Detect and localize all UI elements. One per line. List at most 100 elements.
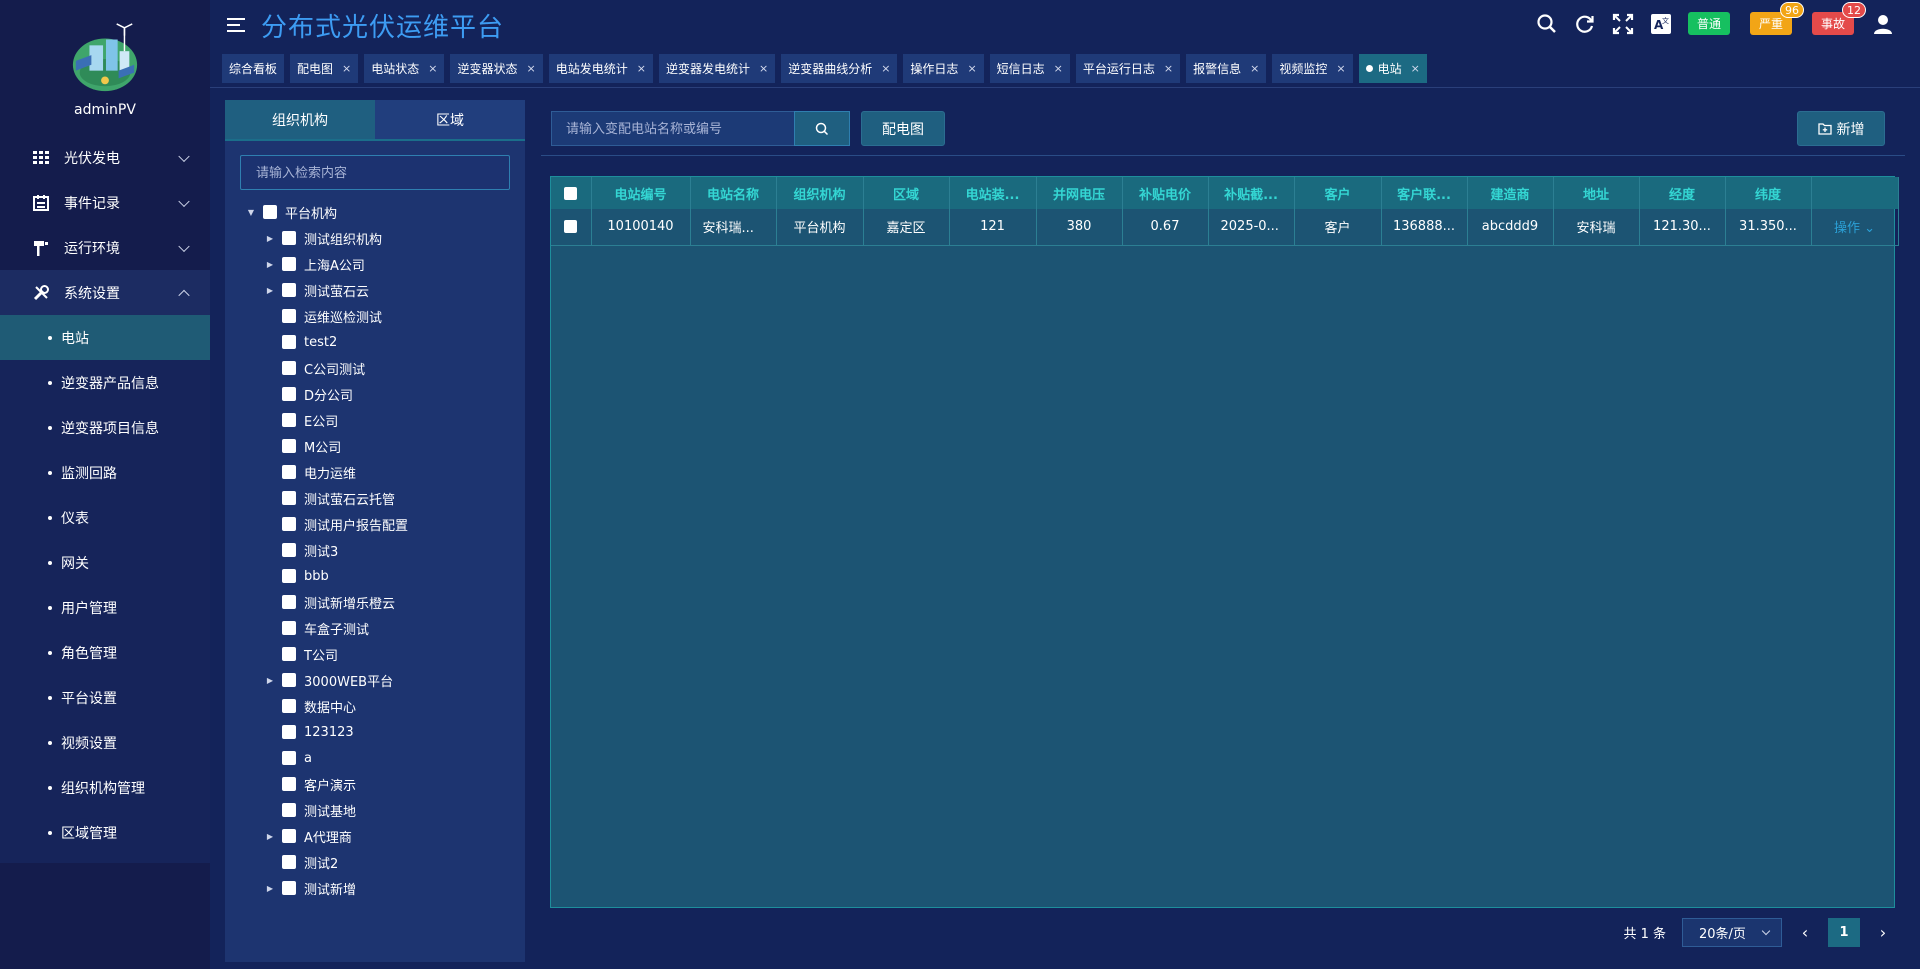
search-icon[interactable] <box>1536 13 1558 35</box>
tree-checkbox[interactable] <box>282 751 296 765</box>
close-icon[interactable]: × <box>881 62 890 75</box>
close-icon[interactable]: × <box>428 62 437 75</box>
select-all-checkbox[interactable] <box>564 186 578 200</box>
add-button[interactable]: 新增 <box>1797 111 1885 146</box>
close-icon[interactable]: × <box>527 62 536 75</box>
tree-node[interactable]: 测试用户报告配置 <box>225 511 525 537</box>
close-icon[interactable]: × <box>1054 62 1063 75</box>
column-header[interactable]: 组织机构 <box>776 177 864 209</box>
close-icon[interactable]: × <box>759 62 768 75</box>
table-row[interactable]: 10100140 安科瑞... 平台机构 嘉定区 121 380 0.67 2025-0...… <box>551 209 1899 246</box>
caret-right-icon[interactable]: ▶ <box>264 260 276 269</box>
page-number[interactable]: 1 <box>1828 918 1860 947</box>
alarm-accident-button[interactable]: 事故 12 <box>1811 2 1866 35</box>
translate-icon[interactable]: A文 <box>1650 13 1672 35</box>
tree-node[interactable]: 测试基地 <box>225 797 525 823</box>
tree-node[interactable]: ▶ 测试组织机构 <box>225 225 525 251</box>
tree-checkbox[interactable] <box>282 777 296 791</box>
tree-checkbox[interactable] <box>282 725 296 739</box>
tree-checkbox[interactable] <box>282 621 296 635</box>
tree-node[interactable]: 测试2 <box>225 849 525 875</box>
tree-checkbox[interactable] <box>263 205 277 219</box>
tree-checkbox[interactable] <box>282 465 296 479</box>
refresh-icon[interactable] <box>1574 13 1596 35</box>
tree-node[interactable]: ▶ A代理商 <box>225 823 525 849</box>
tree-node[interactable]: 测试3 <box>225 537 525 563</box>
page-size-select[interactable]: 20条/页 <box>1682 918 1782 947</box>
row-checkbox[interactable] <box>564 220 578 234</box>
tree-node[interactable]: ▶ 测试新增 <box>225 875 525 901</box>
tab-platform-log[interactable]: 平台运行日志 × <box>1075 54 1181 83</box>
column-header[interactable]: 纬度 <box>1725 177 1812 209</box>
tab-inverter-curve[interactable]: 逆变器曲线分析 × <box>781 54 898 83</box>
tree-node[interactable]: D分公司 <box>225 381 525 407</box>
tree-checkbox[interactable] <box>282 387 296 401</box>
caret-right-icon[interactable]: ▶ <box>264 676 276 685</box>
caret-down-icon[interactable]: ▼ <box>245 208 257 217</box>
tree-search-input[interactable] <box>240 155 510 190</box>
caret-right-icon[interactable]: ▶ <box>264 286 276 295</box>
column-header[interactable]: 补贴电价 <box>1122 177 1209 209</box>
tree-node[interactable]: ▶ 3000WEB平台 <box>225 667 525 693</box>
tree-checkbox[interactable] <box>282 673 296 687</box>
sidebar-item-region-management[interactable]: 区域管理 <box>0 810 210 855</box>
tree-node[interactable]: ▶ 测试萤石云 <box>225 277 525 303</box>
tree-node-root[interactable]: ▼ 平台机构 <box>225 199 525 225</box>
column-header[interactable]: 客户联... <box>1381 177 1468 209</box>
tree-checkbox[interactable] <box>282 257 296 271</box>
column-header[interactable]: 客户 <box>1294 177 1382 209</box>
tab-station[interactable]: 电站 × <box>1358 54 1427 83</box>
tree-node[interactable]: M公司 <box>225 433 525 459</box>
tab-station-status[interactable]: 电站状态 × <box>364 54 445 83</box>
column-header[interactable]: 并网电压 <box>1036 177 1123 209</box>
tree-node[interactable]: ▶ 上海A公司 <box>225 251 525 277</box>
column-header[interactable]: 电站编号 <box>591 177 691 209</box>
tree-node[interactable]: bbb <box>225 563 525 589</box>
menu-environment[interactable]: 运行环境 <box>0 225 210 270</box>
sidebar-item-gateway[interactable]: 网关 <box>0 540 210 585</box>
close-icon[interactable]: × <box>1336 62 1345 75</box>
menu-system-settings[interactable]: 系统设置 <box>0 270 210 315</box>
close-icon[interactable]: × <box>1164 62 1173 75</box>
tree-checkbox[interactable] <box>282 595 296 609</box>
column-header[interactable]: 补贴截... <box>1208 177 1295 209</box>
user-icon[interactable] <box>1872 13 1894 35</box>
tree-checkbox[interactable] <box>282 231 296 245</box>
sidebar-item-org-management[interactable]: 组织机构管理 <box>0 765 210 810</box>
caret-right-icon[interactable]: ▶ <box>264 832 276 841</box>
tree-node[interactable]: C公司测试 <box>225 355 525 381</box>
tree-node[interactable]: 测试萤石云托管 <box>225 485 525 511</box>
tree-checkbox[interactable] <box>282 283 296 297</box>
row-action-menu[interactable]: 操作 <box>1834 221 1860 236</box>
tab-overview[interactable]: 综合看板 <box>222 54 285 83</box>
tree-checkbox[interactable] <box>282 699 296 713</box>
column-header[interactable]: 建造商 <box>1467 177 1554 209</box>
caret-right-icon[interactable]: ▶ <box>264 234 276 243</box>
tree-checkbox[interactable] <box>282 543 296 557</box>
tree-checkbox[interactable] <box>282 855 296 869</box>
close-icon[interactable]: × <box>1411 62 1420 75</box>
sidebar-item-meter[interactable]: 仪表 <box>0 495 210 540</box>
fullscreen-icon[interactable] <box>1612 13 1634 35</box>
tree-checkbox[interactable] <box>282 439 296 453</box>
alarm-serious-button[interactable]: 严重 96 <box>1749 2 1804 35</box>
close-icon[interactable]: × <box>637 62 646 75</box>
tree-node[interactable]: T公司 <box>225 641 525 667</box>
tab-distribution-diagram[interactable]: 配电图 × <box>290 54 359 83</box>
tree-node[interactable]: 电力运维 <box>225 459 525 485</box>
close-icon[interactable]: × <box>1250 62 1259 75</box>
tree-node[interactable]: a <box>225 745 525 771</box>
column-header[interactable]: 经度 <box>1639 177 1726 209</box>
distribution-diagram-button[interactable]: 配电图 <box>861 111 945 146</box>
sidebar-item-role-management[interactable]: 角色管理 <box>0 630 210 675</box>
sidebar-item-platform-settings[interactable]: 平台设置 <box>0 675 210 720</box>
tab-sms-log[interactable]: 短信日志 × <box>989 54 1070 83</box>
menu-toggle-icon[interactable] <box>227 18 245 32</box>
tab-region[interactable]: 区域 <box>375 100 525 139</box>
column-header[interactable]: 地址 <box>1553 177 1640 209</box>
tree-checkbox[interactable] <box>282 491 296 505</box>
column-header[interactable]: 电站名称 <box>690 177 777 209</box>
sidebar-item-user-management[interactable]: 用户管理 <box>0 585 210 630</box>
menu-pv-generation[interactable]: 光伏发电 <box>0 135 210 180</box>
tree-checkbox[interactable] <box>282 881 296 895</box>
